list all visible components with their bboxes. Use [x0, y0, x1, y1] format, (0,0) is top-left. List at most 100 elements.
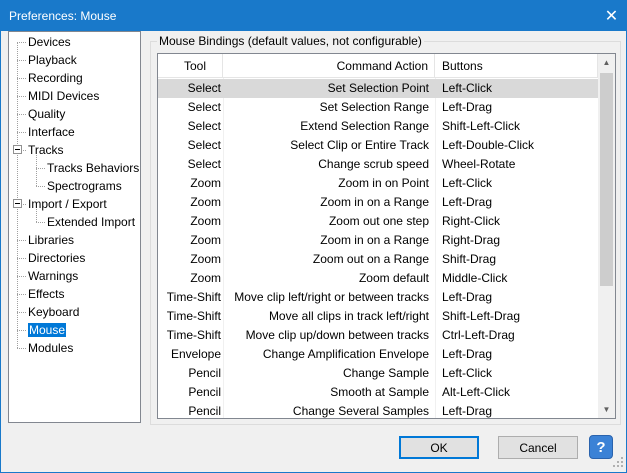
cell-tool: Zoom: [190, 195, 221, 209]
tree-item-import-export[interactable]: Import / Export: [28, 195, 107, 213]
table-row[interactable]: Select Change scrub speed Wheel-Rotate: [158, 155, 598, 174]
cell-buttons: Left-Drag: [442, 290, 493, 304]
cell-buttons: Left-Drag: [442, 100, 493, 114]
tree-item-midi-devices[interactable]: MIDI Devices: [28, 87, 99, 105]
tree-item-modules[interactable]: Modules: [28, 339, 73, 357]
cell-command: Extend Selection Range: [300, 119, 429, 133]
tree-item-tracks[interactable]: Tracks: [28, 141, 64, 159]
title-bar: Preferences: Mouse ✕: [0, 0, 627, 31]
tree-item-devices[interactable]: Devices: [28, 33, 71, 51]
column-header-command[interactable]: Command Action: [223, 54, 435, 78]
preferences-tree[interactable]: Devices Playback Recording MIDI Devices Qual…: [8, 31, 141, 423]
cell-command: Zoom in on a Range: [320, 195, 429, 209]
cell-tool: Zoom: [190, 271, 221, 285]
tree-item-libraries[interactable]: Libraries: [28, 231, 74, 249]
table-row[interactable]: Pencil Change Several Samples Left-Drag: [158, 402, 598, 418]
tree-connector: [17, 78, 26, 79]
tree-item-extended-import[interactable]: Extended Import: [47, 213, 135, 231]
table-row[interactable]: Zoom Zoom in on a Range Right-Drag: [158, 231, 598, 250]
table-row[interactable]: Zoom Zoom in on Point Left-Click: [158, 174, 598, 193]
cell-command: Zoom out one step: [328, 214, 429, 228]
cell-buttons: Left-Drag: [442, 347, 493, 361]
cell-tool: Pencil: [188, 385, 221, 399]
tree-connector: [17, 132, 26, 133]
table-row[interactable]: Time-Shift Move clip up/down between trac…: [158, 326, 598, 345]
tree-item-warnings[interactable]: Warnings: [28, 267, 78, 285]
table-row[interactable]: Zoom Zoom default Middle-Click: [158, 269, 598, 288]
cell-command: Change Several Samples: [292, 404, 429, 418]
tree-connector: [17, 240, 26, 241]
tree-connector: [17, 60, 26, 61]
table-row[interactable]: Select Set Selection Point Left-Click: [158, 79, 598, 98]
tree-item-quality[interactable]: Quality: [28, 105, 65, 123]
tree-connector: [36, 222, 45, 223]
tree-item-playback[interactable]: Playback: [28, 51, 77, 69]
table-row[interactable]: Time-Shift Move all clips in track left/r…: [158, 307, 598, 326]
cancel-button[interactable]: Cancel: [498, 436, 578, 459]
cell-command: Zoom out on a Range: [312, 252, 429, 266]
cell-command: Change scrub speed: [318, 157, 429, 171]
cell-buttons: Ctrl-Left-Drag: [442, 328, 515, 342]
cell-buttons: Left-Drag: [442, 404, 493, 418]
resize-grip[interactable]: [613, 457, 623, 467]
help-icon[interactable]: ?: [589, 435, 613, 459]
tree-item-interface[interactable]: Interface: [28, 123, 75, 141]
tree-item-label: Recording: [28, 71, 83, 85]
close-icon[interactable]: ✕: [596, 0, 627, 31]
column-header-tool[interactable]: Tool: [158, 54, 223, 78]
tree-connector: [36, 155, 37, 186]
table-row[interactable]: Zoom Zoom out one step Right-Click: [158, 212, 598, 231]
tree-item-label: Directories: [28, 251, 86, 265]
cell-tool: Select: [187, 81, 221, 95]
tree-item-label: Extended Import: [47, 215, 136, 229]
table-row[interactable]: Pencil Smooth at Sample Alt-Left-Click: [158, 383, 598, 402]
tree-item-keyboard[interactable]: Keyboard: [28, 303, 79, 321]
tree-connector: [17, 42, 18, 348]
cell-buttons: Shift-Left-Click: [442, 119, 521, 133]
table-row[interactable]: Zoom Zoom in on a Range Left-Drag: [158, 193, 598, 212]
tree-item-effects[interactable]: Effects: [28, 285, 64, 303]
cell-buttons: Right-Click: [442, 214, 501, 228]
tree-item-label: Interface: [28, 125, 75, 139]
cell-buttons: Left-Click: [442, 176, 493, 190]
table-row[interactable]: Select Select Clip or Entire Track Left-Do…: [158, 136, 598, 155]
tree-item-recording[interactable]: Recording: [28, 69, 83, 87]
collapse-icon[interactable]: [13, 199, 22, 208]
up-arrow-icon[interactable]: ▲: [598, 54, 615, 71]
ok-button[interactable]: OK: [399, 436, 479, 459]
table-row[interactable]: Envelope Change Amplification Envelope Lef…: [158, 345, 598, 364]
cell-command: Move clip up/down between tracks: [245, 328, 429, 342]
cell-tool: Time-Shift: [166, 309, 221, 323]
cell-tool: Time-Shift: [166, 328, 221, 342]
cell-buttons: Left-Drag: [442, 195, 493, 209]
cell-buttons: Right-Drag: [442, 233, 501, 247]
vertical-scrollbar[interactable]: ▲ ▼: [598, 54, 615, 418]
tree-item-label: Effects: [28, 287, 65, 301]
tree-connector: [17, 312, 26, 313]
table-row[interactable]: Select Extend Selection Range Shift-Left-C…: [158, 117, 598, 136]
table-row[interactable]: Time-Shift Move clip left/right or betwee…: [158, 288, 598, 307]
tree-connector: [17, 258, 26, 259]
cell-command: Move clip left/right or between tracks: [234, 290, 429, 304]
table-row[interactable]: Select Set Selection Range Left-Drag: [158, 98, 598, 117]
cell-buttons: Middle-Click: [442, 271, 508, 285]
tree-item-label: Tracks Behaviors: [47, 161, 140, 175]
scrollbar-thumb[interactable]: [600, 73, 613, 286]
cell-tool: Pencil: [188, 366, 221, 380]
collapse-icon[interactable]: [13, 145, 22, 154]
tree-item-label: Devices: [28, 35, 71, 49]
column-header-buttons[interactable]: Buttons: [435, 54, 598, 78]
tree-item-directories[interactable]: Directories: [28, 249, 85, 267]
cell-tool: Select: [187, 119, 221, 133]
tree-item-mouse[interactable]: Mouse: [28, 321, 67, 339]
tree-item-spectrograms[interactable]: Spectrograms: [47, 177, 122, 195]
tree-item-label: Import / Export: [28, 197, 107, 211]
table-row[interactable]: Pencil Change Sample Left-Click: [158, 364, 598, 383]
table-row[interactable]: Zoom Zoom out on a Range Shift-Drag: [158, 250, 598, 269]
down-arrow-icon[interactable]: ▼: [598, 401, 615, 418]
tree-connector: [17, 294, 26, 295]
tree-item-tracks-behaviors[interactable]: Tracks Behaviors: [47, 159, 139, 177]
list-header: Tool Command Action Buttons: [158, 54, 598, 78]
tree-item-label: Tracks: [28, 143, 64, 157]
mouse-bindings-list[interactable]: Tool Command Action Buttons Select Set Se…: [157, 53, 616, 419]
